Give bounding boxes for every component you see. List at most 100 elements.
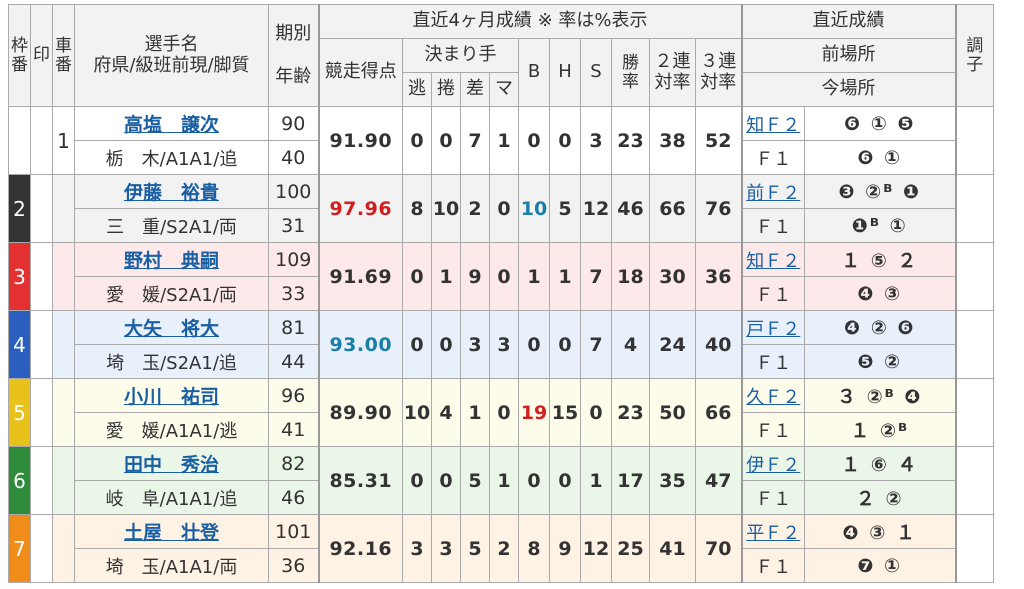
score-cell: 91.90 [317,106,403,175]
prev-place-link[interactable]: 前Ｆ２ [746,183,800,204]
waku-number: 3 [8,242,31,311]
prev-place-link[interactable]: 戸Ｆ２ [746,319,800,340]
b-cell: 19 [518,378,550,447]
header-cur-venue: 今場所 [740,72,956,107]
rider-name-link[interactable]: 伊藤 裕貴 [124,182,219,204]
s-cell: 12 [580,174,612,243]
waku-number [8,106,31,175]
prev-place-link[interactable]: 知Ｆ２ [746,251,800,272]
makuri-cell: 4 [431,378,461,447]
rider-row: 7 土屋 壮登 101 92.16 3 3 5 2 8 9 12 25 41 70 平Ｆ２ ❹ ③ １ [8,514,994,583]
win-rate-cell: 23 [611,106,650,175]
cur-results-cell: ❼ ① [804,548,956,583]
prev-results-cell: １ ⑥ ４ [804,446,956,481]
sashi-cell: 1 [460,378,490,447]
ren3-cell: 40 [695,310,742,379]
rider-pref: 埼 玉/A1A1/両 [105,556,238,578]
rider-pref: 岐 阜/A1A1/追 [105,488,238,510]
makuri-cell: 0 [431,106,461,175]
car-number [52,514,75,583]
header-sashi: 差 [460,72,490,107]
cur-place-cell: Ｆ１ [740,480,805,515]
rider-row: 3 野村 典嗣 109 91.69 0 1 9 0 1 1 7 18 30 36 知Ｆ２ １ ⑤ ２ [8,242,994,311]
term-cell: 90 [268,106,319,141]
age-cell: 44 [268,344,319,379]
car-number [52,446,75,515]
header-h: H [549,38,581,107]
mark-cell[interactable] [30,514,53,583]
prev-place-cell: 戸Ｆ２ [740,310,805,345]
rider-name-link[interactable]: 野村 典嗣 [124,250,219,272]
header-makuri: 捲 [431,72,461,107]
rider-name-link[interactable]: 高塩 譲次 [124,114,219,136]
ren3-cell: 36 [695,242,742,311]
waku-number: 6 [8,446,31,515]
mark-cell[interactable] [30,106,53,175]
ren2-cell: 41 [649,514,696,583]
mark-cell[interactable] [30,242,53,311]
cur-results-cell: ❹ ③ [804,276,956,311]
win-rate-cell: 23 [611,378,650,447]
term-cell: 100 [268,174,319,209]
score-cell: 97.96 [317,174,403,243]
condition-cell [954,378,994,447]
mark-cell[interactable] [30,174,53,243]
condition-cell [954,514,994,583]
car-number [52,378,75,447]
age-cell: 46 [268,480,319,515]
prev-place-link[interactable]: 平Ｆ２ [746,523,800,544]
h-cell: 0 [549,446,581,515]
b-cell: 8 [518,514,550,583]
term-cell: 101 [268,514,319,549]
rider-pref: 埼 玉/S2A1/追 [106,352,237,374]
rider-name-cell: 大矢 将大 [74,310,269,345]
age-cell: 40 [268,140,319,175]
rider-name-cell: 野村 典嗣 [74,242,269,277]
rider-pref: 愛 媛/A1A1/逃 [105,420,238,442]
win-rate-cell: 17 [611,446,650,515]
mark-cell[interactable] [30,446,53,515]
prev-place-cell: 知Ｆ２ [740,242,805,277]
h-cell: 0 [549,106,581,175]
cur-results-cell: ❶ᴮ ① [804,208,956,243]
b-cell: 0 [518,446,550,515]
ren2-cell: 66 [649,174,696,243]
waku-number: 5 [8,378,31,447]
h-cell: 5 [549,174,581,243]
makuri-cell: 0 [431,310,461,379]
win-rate-cell: 46 [611,174,650,243]
mark-cell[interactable] [30,378,53,447]
rider-row: 1 高塩 譲次 90 91.90 0 0 7 1 0 0 3 23 38 52 知Ｆ２ ❻ ① ❺ [8,106,994,175]
rider-name-link[interactable]: 小川 祐司 [124,386,219,408]
mark-cell[interactable] [30,310,53,379]
rider-name-link[interactable]: 土屋 壮登 [124,522,219,544]
cur-results-cell: ❺ ② [804,344,956,379]
header-mark: 印 [30,4,53,107]
prev-place-link[interactable]: 伊Ｆ２ [746,455,800,476]
nige-cell: 0 [402,310,432,379]
ren3-cell: 66 [695,378,742,447]
car-number [52,242,75,311]
prev-place-cell: 久Ｆ２ [740,378,805,413]
prev-place-link[interactable]: 知Ｆ２ [746,115,800,136]
cur-place-cell: Ｆ１ [740,548,805,583]
cur-place-cell: Ｆ１ [740,344,805,379]
score-cell: 89.90 [317,378,403,447]
prev-results-cell: １ ⑤ ２ [804,242,956,277]
ren2-cell: 24 [649,310,696,379]
rider-name-link[interactable]: 田中 秀治 [124,454,219,476]
header-score: 競走得点 [317,38,403,107]
condition-cell [954,446,994,515]
win-rate-cell: 4 [611,310,650,379]
term-cell: 109 [268,242,319,277]
header-recent: 直近4ヶ月成績 ※ 率は%表示 [317,4,742,39]
header-term: 期別 年齢 [268,4,319,107]
rider-name-link[interactable]: 大矢 将大 [124,318,219,340]
prev-results-cell: ❹ ③ １ [804,514,956,549]
age-cell: 31 [268,208,319,243]
prev-place-link[interactable]: 久Ｆ２ [746,387,800,408]
rider-pref-cell: 栃 木/A1A1/追 [74,140,269,175]
h-cell: 0 [549,310,581,379]
score-cell: 91.69 [317,242,403,311]
cur-place-cell: Ｆ１ [740,412,805,447]
